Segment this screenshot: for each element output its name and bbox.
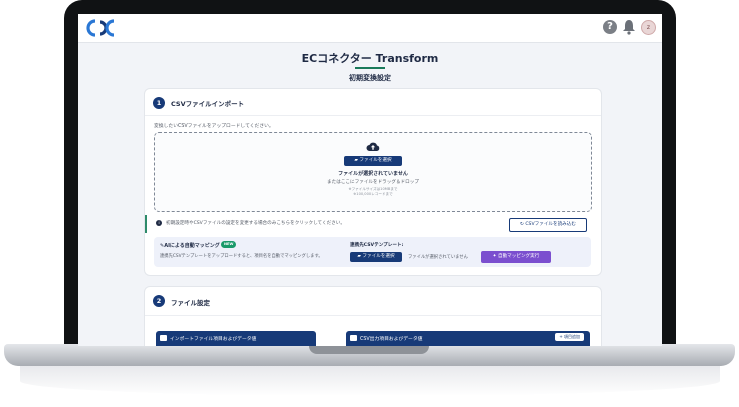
divider [145, 115, 601, 116]
record-limit: ※100,000レコードまで [353, 192, 393, 196]
card-title: CSVファイルインポート [171, 100, 245, 108]
laptop-shadow [20, 366, 720, 396]
template-select-label: ファイルを選択 [362, 254, 395, 259]
load-csv-label: CSVファイルを読み込む [525, 222, 576, 227]
new-badge: NEW [221, 241, 237, 248]
drag-drop-text: またはここにファイルをドラッグ＆ドロップ [327, 180, 419, 185]
page-subtitle: 初期変換設定 [349, 74, 391, 82]
logo-icon [86, 19, 115, 37]
auto-mapping-label: 自動マッピング実行 [497, 254, 540, 259]
page-title: ECコネクター Transform [301, 52, 439, 65]
file-settings-card: 2 ファイル設定 インポートファイル項目およびデータ値 CSV出力項目およびデー… [144, 286, 602, 346]
info-icon: i [156, 220, 162, 226]
title-underline [355, 67, 385, 69]
output-fields-panel: CSV出力項目およびデータ値 + 項目追加 [346, 331, 590, 346]
import-fields-panel: インポートファイル項目およびデータ値 [156, 331, 316, 346]
step-badge: 1 [153, 97, 165, 109]
no-file-text: ファイルが選択されていません [338, 171, 408, 177]
app-header: ? z [78, 14, 662, 43]
divider [145, 315, 601, 316]
select-file-label: ファイルを選択 [359, 158, 392, 163]
auto-mapping-button[interactable]: ✦ 自動マッピング実行 [481, 251, 551, 263]
load-csv-button[interactable]: ↻ CSVファイルを読み込む [509, 218, 587, 232]
avatar[interactable]: z [641, 20, 656, 35]
table-icon [160, 335, 167, 341]
help-icon[interactable]: ? [603, 20, 617, 34]
app-screen: ? z ECコネクター Transform 初期変換設定 1 CSVファイルイン… [78, 14, 662, 346]
bell-icon[interactable] [622, 19, 636, 35]
import-fields-title: インポートファイル項目およびデータ値 [170, 337, 257, 342]
info-text: 初期設定時やCSVファイルの設定を変更する場合のみこちらをクリックしてください。 [166, 221, 345, 226]
file-dropzone[interactable]: ▰ ファイルを選択 ファイルが選択されていません またはここにファイルをドラッグ… [154, 132, 592, 212]
csv-import-card: 1 CSVファイルインポート 変換したいCSVファイルをアップロードしてください… [144, 88, 602, 276]
template-select-button[interactable]: ▰ ファイルを選択 [350, 252, 402, 262]
cloud-upload-icon [366, 142, 380, 151]
instruction-text: 変換したいCSVファイルをアップロードしてください。 [154, 124, 274, 129]
select-file-button[interactable]: ▰ ファイルを選択 [344, 156, 402, 166]
load-info-row: i 初期設定時やCSVファイルの設定を変更する場合のみこちらをクリックしてくださ… [145, 215, 599, 233]
card-title: ファイル設定 [171, 299, 210, 307]
ai-mapping-description: 連携先CSVテンプレートをアップロードすると、項目名を自動でマッピングします。 [160, 254, 323, 259]
add-field-button[interactable]: + 項目追加 [555, 333, 584, 341]
file-icon [350, 335, 357, 341]
size-note: ※ファイルサイズは10MBまで ※100,000レコードまで [155, 187, 591, 197]
template-no-file-text: ファイルが選択されていません [408, 255, 468, 260]
ai-mapping-box: ✎AIによる自動マッピング NEW 連携先CSVテンプレートをアップロードすると… [154, 237, 591, 267]
step-badge: 2 [153, 295, 165, 307]
ai-mapping-title: ✎AIによる自動マッピング [160, 242, 220, 249]
template-label: 連携先CSVテンプレート: [350, 243, 404, 248]
output-fields-title: CSV出力項目およびデータ値 [360, 337, 423, 342]
ai-mapping-label: AIによる自動マッピング [164, 243, 220, 249]
